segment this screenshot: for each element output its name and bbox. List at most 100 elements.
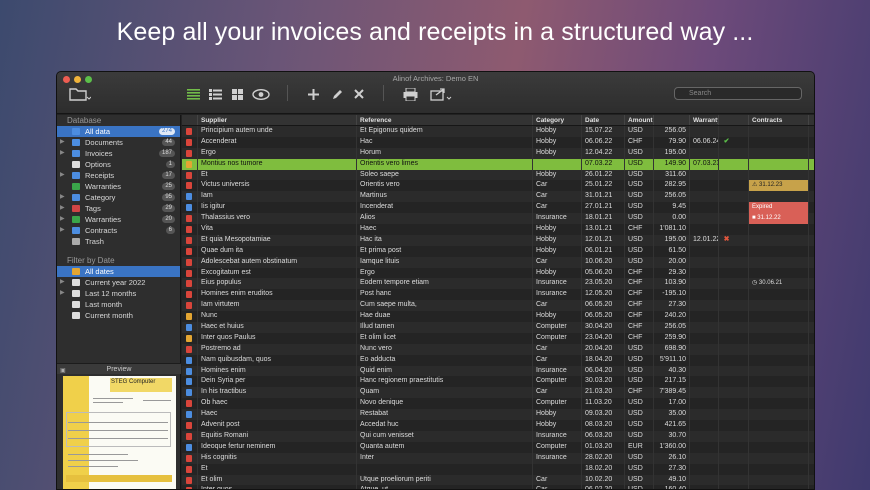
table-row[interactable]: Haec et huius Illud tamen Computer 30.04.20… [182, 322, 814, 333]
warranty-status-cell: ✖ [719, 234, 749, 246]
table-row[interactable]: Ideoque fertur neminem Quanta autem Comput… [182, 441, 814, 453]
column-header[interactable]: Category [533, 115, 582, 125]
currency-cell: USD [625, 180, 654, 192]
date-cell: 01.03.20 [582, 441, 625, 453]
column-header[interactable]: Contracts [749, 115, 809, 125]
table-row[interactable]: Thalassius vero Alios Insurance 18.01.21 USD… [182, 213, 814, 225]
search-input[interactable]: Search [674, 87, 802, 100]
sidebar-item[interactable]: All dates [57, 266, 180, 277]
print-icon[interactable] [401, 85, 419, 103]
column-header[interactable]: Date [582, 115, 625, 125]
table-row[interactable]: Nunc Hae duae Hobby 06.05.20 CHF 240.20 [182, 311, 814, 323]
sidebar-item[interactable]: Current month [57, 310, 180, 321]
warranty-status-cell [719, 343, 749, 355]
column-header[interactable] [182, 115, 198, 125]
table-row[interactable]: Advenit post Accedat huc Hobby 08.03.20 USD 4… [182, 420, 814, 431]
table-row[interactable]: Excogitatum est Ergo Hobby 05.06.20 CHF 29.30 [182, 267, 814, 279]
reference-cell: Hac [357, 136, 533, 148]
disclosure-triangle-icon[interactable]: ▶ [60, 137, 65, 148]
open-folder-icon[interactable] [67, 85, 93, 103]
sidebar-item[interactable]: ▶ Invoices 187 [57, 148, 180, 159]
contract-cell [749, 452, 809, 464]
table-row[interactable]: Principium autem unde Et Epigonus quidem H… [182, 126, 814, 137]
disclosure-triangle-icon[interactable]: ▶ [60, 148, 65, 159]
table-row[interactable]: Montius nos tumore Orientis vero limes 07.… [182, 158, 814, 170]
add-icon[interactable] [305, 85, 321, 103]
sidebar-item[interactable]: ▶ Warranties 20 [57, 214, 180, 225]
table-row[interactable]: Quae dum ita Et prima post Hobby 06.01.21 US… [182, 245, 814, 257]
table-row[interactable]: Victus universis Orientis vero Car 25.01.22… [182, 180, 814, 192]
list-view-icon[interactable] [185, 85, 201, 103]
sidebar-item[interactable]: Warranties 25 [57, 181, 180, 192]
document-type-icon [182, 289, 198, 301]
table-row[interactable]: Inter quos Atque, ut Car 06.02.20 USD 160.40 [182, 485, 814, 489]
preview-document-image[interactable]: STEG Computer [63, 376, 176, 489]
contract-cell [749, 332, 809, 344]
table-row[interactable]: His cognitis Inter Insurance 28.02.20 USD 26.… [182, 452, 814, 464]
sidebar-item[interactable]: ▶ Documents 44 [57, 137, 180, 148]
folder-icon [72, 227, 80, 234]
table-row[interactable]: Nam quibusdam, quos Eo adducta Car 18.04.20… [182, 354, 814, 366]
date-cell: 06.05.20 [582, 311, 625, 323]
currency-cell: USD [625, 213, 654, 225]
sidebar-item[interactable]: ▶ Receipts 17 [57, 170, 180, 181]
table-row[interactable]: Inter quos Paulus Et olim licet Computer 23… [182, 332, 814, 344]
column-header[interactable]: Reference [357, 115, 533, 125]
sidebar-item[interactable]: Trash [57, 236, 180, 247]
table-row[interactable]: Et olim Utque proeliorum periti Car 10.02.2… [182, 474, 814, 486]
column-header[interactable]: Supplier [198, 115, 357, 125]
sidebar-item[interactable]: Options 1 [57, 159, 180, 170]
table-row[interactable]: Et quia Mesopotamiae Hac ita Hobby 12.01.21… [182, 234, 814, 246]
category-cell: Computer [533, 376, 582, 388]
table-row[interactable]: Adolescebat autem obstinatum Iamque litui… [182, 256, 814, 268]
disclosure-triangle-icon[interactable]: ▶ [60, 170, 65, 181]
document-type-icon [182, 224, 198, 235]
column-header[interactable]: Warranty until [690, 115, 719, 125]
disclosure-triangle-icon[interactable]: ▶ [60, 277, 65, 288]
sidebar-item[interactable]: ▶ Contracts 6 [57, 225, 180, 236]
disclosure-triangle-icon[interactable]: ▶ [60, 225, 65, 236]
table-row[interactable]: Ob haec Novo denique Computer 11.03.20 USD 17… [182, 398, 814, 410]
table-row[interactable]: Accenderat Hac Hobby 06.06.22 CHF 79.90 06.06.… [182, 136, 814, 148]
quick-look-eye-icon[interactable] [251, 85, 271, 103]
amount-cell: 256.05 [654, 191, 690, 203]
disclosure-triangle-icon[interactable]: ▶ [60, 214, 65, 225]
sidebar-item[interactable]: Last month [57, 299, 180, 310]
delete-icon[interactable] [351, 85, 367, 103]
sidebar-item[interactable]: ▶ Last 12 months [57, 288, 180, 299]
table-row[interactable]: In his tractibus Quam Car 21.03.20 CHF 7'389.… [182, 387, 814, 399]
table-row[interactable]: Et Soleo saepe Hobby 26.01.22 USD 311.60 [182, 169, 814, 181]
detail-view-icon[interactable] [207, 85, 223, 103]
sidebar-item[interactable]: ▶ Category 95 [57, 192, 180, 203]
table-row[interactable]: Ergo Horum Hobby 12.04.22 USD 195.00 [182, 147, 814, 159]
table-row[interactable]: Postremo ad Nunc vero Car 20.04.20 USD 698.90 [182, 343, 814, 355]
table-row[interactable]: Equitis Romani Qui cum venisset Insurance 0… [182, 430, 814, 442]
sidebar-item[interactable]: All data 274 [57, 126, 180, 137]
table-row[interactable]: Iam virtutem Cum saepe multa, Car 06.05.20 C… [182, 300, 814, 312]
share-icon[interactable] [429, 85, 453, 103]
table-row[interactable]: Iam Martinus Car 31.01.21 USD 256.05 [182, 191, 814, 203]
column-header[interactable] [654, 115, 690, 125]
supplier-cell: Montius nos tumore [198, 158, 357, 170]
column-header[interactable] [719, 115, 749, 125]
currency-cell: USD [625, 169, 654, 181]
table-row[interactable]: Eius populus Eodem tempore etiam Insurance… [182, 278, 814, 290]
edit-pencil-icon[interactable] [329, 85, 345, 103]
amount-cell: 160.40 [654, 485, 690, 489]
disclosure-triangle-icon[interactable]: ▶ [60, 203, 65, 214]
column-header[interactable]: Amount [625, 115, 654, 125]
disclosure-triangle-icon[interactable]: ▶ [60, 288, 65, 299]
sidebar-item[interactable]: ▶ Current year 2022 [57, 277, 180, 288]
sidebar-item[interactable]: ▶ Tags 29 [57, 203, 180, 214]
table-row[interactable]: Et 18.02.20 USD 27.30 [182, 463, 814, 475]
table-row[interactable]: Homines enim Quid enim Insurance 06.04.20 US… [182, 365, 814, 377]
date-cell: 10.02.20 [582, 474, 625, 486]
table-row[interactable]: Homines enim eruditos Post hanc Insurance 1… [182, 289, 814, 301]
table-row[interactable]: Haec Restabat Hobby 09.03.20 USD 35.00 [182, 409, 814, 421]
table-row[interactable]: Vita Haec Hobby 13.01.21 CHF 1'081.10 [182, 224, 814, 235]
disclosure-triangle-icon[interactable]: ▶ [60, 192, 65, 203]
document-icon [186, 182, 192, 190]
table-row[interactable]: Iis igitur Incenderat Car 27.01.21 USD 9.45 Ex… [182, 202, 814, 214]
grid-view-icon[interactable] [229, 85, 245, 103]
table-row[interactable]: Dein Syria per Hanc regionem praestitutis… [182, 376, 814, 388]
